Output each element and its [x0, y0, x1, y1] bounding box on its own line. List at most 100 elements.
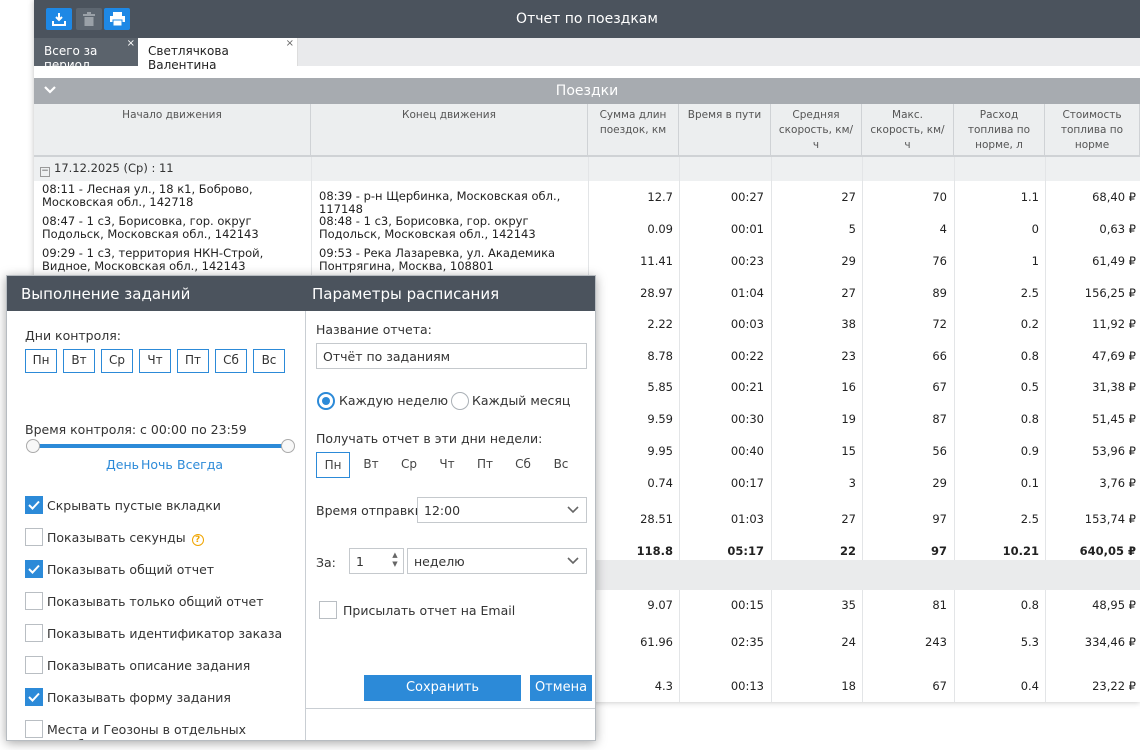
option-checkbox-label[interactable]: Показывать общий отчет — [47, 562, 214, 577]
email-checkbox[interactable] — [319, 601, 337, 619]
option-checkbox-label[interactable]: Показывать идентификатор заказа — [47, 626, 282, 641]
control-time-slider[interactable] — [33, 444, 288, 448]
col-label: скорость, км/ — [778, 124, 854, 136]
radio-monthly[interactable] — [451, 392, 469, 410]
radio-weekly[interactable] — [317, 392, 335, 410]
col-label: поездок, км — [599, 124, 667, 136]
option-checkbox[interactable] — [25, 720, 43, 738]
option-checkbox-label[interactable]: Показывать форму задания — [47, 690, 231, 705]
col-header-distance[interactable]: Сумма длин поездок, км — [588, 104, 679, 157]
slider-end-handle[interactable] — [281, 439, 295, 453]
weekday-fri[interactable]: Пт — [468, 452, 502, 478]
cell-time: 00:30 — [730, 412, 764, 426]
option-label-text: Скрывать пустые вкладки — [47, 498, 221, 513]
cell-dist: 9.07 — [647, 598, 673, 612]
radio-weekly-label[interactable]: Каждую неделю — [339, 393, 448, 408]
option-checkbox[interactable] — [25, 656, 43, 674]
cell-avg: 35 — [841, 598, 856, 612]
weekday-sun[interactable]: Вс — [544, 452, 578, 478]
control-day-thu[interactable]: Чт — [139, 349, 171, 373]
cell-fuel: 0.8 — [1020, 598, 1039, 612]
cell-avg: 27 — [841, 512, 856, 526]
collapse-icon[interactable]: − — [40, 167, 50, 177]
trips-section-header[interactable]: Поездки — [34, 78, 1140, 104]
weekday-thu[interactable]: Чт — [430, 452, 464, 478]
control-day-mon[interactable]: Пн — [25, 349, 57, 373]
control-days-label: Дни контроля: — [25, 328, 121, 343]
send-time-label: Время отправки: — [316, 503, 428, 518]
col-header-end[interactable]: Конец движения — [311, 104, 588, 157]
cell-cost: 47,69 ₽ — [1092, 349, 1136, 363]
report-title: Отчет по поездкам — [516, 11, 658, 27]
cell-dist: 28.51 — [640, 512, 673, 526]
cell-end: 08:39 - р-н Щербинка, Московская обл., 1… — [319, 189, 561, 216]
option-checkbox[interactable] — [25, 560, 43, 578]
control-day-fri[interactable]: Пт — [177, 349, 209, 373]
option-checkbox-label[interactable]: Скрывать пустые вкладки — [47, 498, 221, 513]
stepper-arrows-icon[interactable]: ▲ ▼ — [390, 551, 400, 569]
col-header-fuel[interactable]: Расход топлива по норме, л — [954, 104, 1045, 157]
col-header-avg-speed[interactable]: Средняя скорость, км/ч — [771, 104, 862, 157]
period-count-value: 1 — [356, 554, 364, 569]
col-label: ч — [904, 139, 911, 151]
option-checkbox[interactable] — [25, 496, 43, 514]
cell-dist: 9.95 — [647, 444, 673, 458]
control-time-label: Время контроля: с 00:00 по 23:59 — [25, 422, 247, 437]
option-checkbox[interactable] — [25, 624, 43, 642]
cell-fuel: 1 — [1031, 254, 1039, 268]
col-label: Конец движения — [402, 109, 496, 121]
send-time-select[interactable]: 12:00 — [417, 497, 587, 523]
option-checkbox-label[interactable]: Места и Геозоны в отдельных столбцах — [47, 722, 305, 740]
col-header-max-speed[interactable]: Макс. скорость, км/ч — [862, 104, 954, 157]
close-icon[interactable]: × — [286, 38, 294, 50]
col-label: Средняя — [792, 109, 840, 121]
col-header-time[interactable]: Время в пути — [679, 104, 771, 157]
cell-max: 67 — [932, 679, 947, 693]
cell-dist: 12.7 — [647, 190, 673, 204]
control-day-wed[interactable]: Ср — [101, 349, 133, 373]
cell-max: 243 — [925, 635, 947, 649]
tab-driver[interactable]: Светлячкова Валентина × — [138, 38, 298, 72]
task-options-panel: Дни контроля: Пн Вт Ср Чт Пт Сб Вс Время… — [7, 311, 306, 740]
cell-avg: 27 — [841, 190, 856, 204]
cell-dist: 11.41 — [640, 254, 673, 268]
control-day-tue[interactable]: Вт — [63, 349, 95, 373]
weekday-sat[interactable]: Сб — [506, 452, 540, 478]
save-schedule-button[interactable]: Сохранить расписание — [364, 675, 521, 721]
period-count-stepper[interactable]: 1 ▲ ▼ — [349, 548, 404, 574]
col-label: Макс. — [892, 109, 923, 121]
time-link-always[interactable]: Всегда — [177, 457, 223, 472]
cell-avg: 3 — [848, 476, 856, 490]
radio-monthly-label[interactable]: Каждый месяц — [472, 393, 570, 408]
control-day-sun[interactable]: Вс — [253, 349, 285, 373]
tab-total-period[interactable]: Всего за период × — [34, 38, 138, 72]
cancel-button[interactable]: Отмена — [530, 675, 592, 701]
col-label: Время в пути — [687, 109, 762, 121]
weekday-wed[interactable]: Ср — [392, 452, 426, 478]
col-header-start[interactable]: Начало движения — [34, 104, 311, 157]
option-checkbox[interactable] — [25, 688, 43, 706]
option-checkbox[interactable] — [25, 592, 43, 610]
option-checkbox-label[interactable]: Показывать секунды? — [47, 530, 204, 546]
weekday-mon[interactable]: Пн — [316, 452, 350, 478]
cell-max: 81 — [932, 598, 947, 612]
column-divider — [771, 157, 772, 702]
cell-max: 72 — [932, 317, 947, 331]
help-icon[interactable]: ? — [191, 534, 204, 546]
cell-max: 97 — [930, 544, 947, 558]
close-icon[interactable]: × — [127, 38, 135, 50]
email-checkbox-label[interactable]: Присылать отчет на Email — [343, 603, 515, 618]
option-checkbox[interactable] — [25, 528, 43, 546]
time-link-night[interactable]: Ночь — [141, 457, 173, 472]
time-link-day[interactable]: День — [106, 457, 139, 472]
period-unit-select[interactable]: неделю — [407, 548, 587, 574]
send-time-value: 12:00 — [424, 503, 461, 518]
option-checkbox-label[interactable]: Показывать только общий отчет — [47, 594, 264, 609]
col-header-fuel-cost[interactable]: Стоимость топлива по норме — [1045, 104, 1140, 157]
control-day-sat[interactable]: Сб — [215, 349, 247, 373]
option-checkbox-label[interactable]: Показывать описание задания — [47, 658, 250, 673]
weekday-tue[interactable]: Вт — [354, 452, 388, 478]
group-row-date[interactable]: −17.12.2025 (Ср) : 11 — [34, 157, 1140, 181]
report-name-input[interactable]: Отчёт по заданиям — [316, 343, 587, 369]
slider-start-handle[interactable] — [26, 439, 40, 453]
